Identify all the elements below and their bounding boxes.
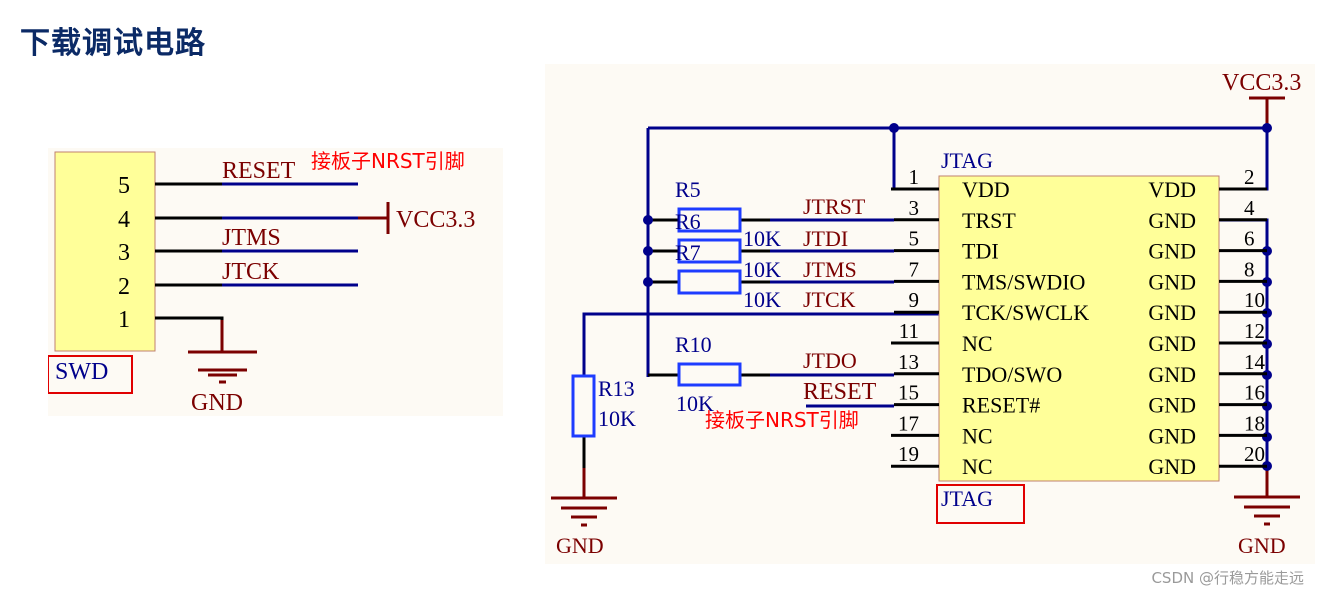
junction-dot: [889, 123, 899, 133]
jtag-left-pin-name: NC: [962, 454, 993, 479]
jtag-left-pin-number: 19: [898, 442, 919, 466]
swd-net-jtck: JTCK: [222, 259, 280, 285]
swd-pin-number: 3: [118, 240, 130, 266]
r6-value: 10K: [743, 257, 781, 282]
jtag-left-pin-name: NC: [962, 423, 993, 448]
net-label-jtdo: JTDO: [803, 348, 857, 373]
jtag-left-pin-name: NC: [962, 331, 993, 356]
jtag-right-pin-number: 4: [1244, 196, 1255, 220]
jtag-right-pin-name: GND: [1148, 423, 1196, 448]
jtag-left-pin-number: 13: [898, 350, 919, 374]
swd-net-reset: RESET: [222, 158, 296, 184]
jtag-left-pin-number: 11: [899, 319, 919, 343]
r13-value: 10K: [598, 406, 636, 431]
jtag-gnd-right-label: GND: [1238, 533, 1286, 558]
net-label-jtrst: JTRST: [803, 194, 866, 219]
r13-resistor-body: [571, 374, 596, 438]
jtag-schematic-panel: 1 VDD 3 TRST 5 TDI 7 TMS/SWDIO 9 TCK/SWCLK 11 NC 13 T…: [545, 64, 1315, 564]
swd-pin-number: 4: [118, 207, 130, 233]
net-label-jtdi: JTDI: [803, 226, 848, 251]
net-label-jtms: JTMS: [803, 257, 857, 282]
swd-pin-number: 2: [118, 274, 130, 300]
jtag-gnd-left-label: GND: [556, 533, 604, 558]
jtag-designator: JTAG: [941, 486, 993, 511]
jtag-right-pin-name: VDD: [1148, 177, 1196, 202]
jtag-header-label: JTAG: [941, 148, 993, 173]
jtag-left-pin-name: TDI: [962, 239, 999, 264]
jtag-right-pin-number: 8: [1244, 257, 1255, 281]
jtag-right-pin-number: 6: [1244, 227, 1255, 251]
jtag-left-pin-name: TCK/SWCLK: [962, 300, 1089, 325]
jtag-right-pin-number: 12: [1244, 319, 1265, 343]
swd-vcc-label: VCC3.3: [396, 207, 475, 233]
jtag-left-pin-name: VDD: [962, 177, 1010, 202]
r10-ref: R10: [675, 332, 712, 357]
jtag-left-pin-number: 3: [909, 196, 920, 220]
watermark: CSDN @行稳方能走远: [1151, 569, 1304, 587]
jtag-right-pin-name: GND: [1148, 331, 1196, 356]
jtag-right-pin-number: 16: [1244, 381, 1265, 405]
net-label-jtck: JTCK: [803, 287, 856, 312]
junction-dot: [1262, 123, 1272, 133]
jtag-left-pin-name: RESET#: [962, 393, 1040, 418]
swd-pin1-lead: [155, 316, 224, 333]
swd-gnd-label: GND: [191, 390, 243, 416]
jtag-right-pin-name: GND: [1148, 362, 1196, 387]
jtag-right-pin-number: 18: [1244, 411, 1265, 435]
jtag-left-pin-number: 1: [909, 165, 920, 189]
r13-ref: R13: [598, 376, 635, 401]
jtck-wire: [582, 312, 939, 376]
jtag-left-pin-name: TRST: [962, 208, 1016, 233]
jtag-right-pin-number: 10: [1244, 288, 1265, 312]
jtag-right-pin-number: 20: [1244, 442, 1265, 466]
jtag-right-pin-name: GND: [1148, 239, 1196, 264]
swd-designator: SWD: [55, 359, 108, 385]
jtag-right-pin-name: GND: [1148, 393, 1196, 418]
jtag-right-pin-name: GND: [1148, 300, 1196, 325]
jtag-left-pin-number: 9: [909, 288, 920, 312]
net-label-reset: RESET: [803, 379, 877, 405]
jtag-left-pin-name: TMS/SWDIO: [962, 269, 1085, 294]
jtag-schematic: 1 VDD 3 TRST 5 TDI 7 TMS/SWDIO 9 TCK/SWCLK 11 NC 13 T…: [551, 70, 1301, 558]
jtag-right-pin-number: 2: [1244, 165, 1255, 189]
r6-ref: R6: [675, 209, 701, 234]
jtag-left-pin-name: TDO/SWO: [962, 362, 1062, 387]
r7-ref: R7: [675, 240, 701, 265]
jtag-right-pin-name: GND: [1148, 454, 1196, 479]
jtag-right-pin-name: GND: [1148, 269, 1196, 294]
swd-schematic-panel: 5 4 3 2 1 RESET 接板子NRST引脚 VCC3.3 JTMS JT…: [47, 148, 503, 416]
jtag-left-pin-number: 15: [898, 381, 919, 405]
r7-value: 10K: [743, 287, 781, 312]
jtag-right-pin-number: 14: [1244, 350, 1266, 374]
jtag-left-pin-number: 5: [909, 227, 920, 251]
pin2-vdd-wire: [1219, 128, 1269, 191]
r5-ref: R5: [675, 177, 701, 202]
r10-resistor-body: [677, 362, 742, 387]
junction-dot: [643, 246, 653, 256]
swd-schematic: 5 4 3 2 1 RESET 接板子NRST引脚 VCC3.3 JTMS JT…: [47, 149, 475, 416]
jtag-left-pin-number: 17: [898, 411, 919, 435]
swd-reset-note: 接板子NRST引脚: [311, 149, 465, 173]
page-title: 下载调试电路: [20, 26, 206, 61]
junction-dot: [643, 277, 653, 287]
junction-dot: [643, 215, 653, 225]
jtag-left-pin-number: 7: [909, 257, 920, 281]
swd-connector-body: [54, 151, 156, 352]
r7-resistor-body: [677, 269, 742, 295]
swd-pin-number: 1: [118, 307, 130, 333]
r5-value: 10K: [743, 226, 781, 251]
jtag-reset-note: 接板子NRST引脚: [705, 408, 859, 432]
jtag-right-pin-name: GND: [1148, 208, 1196, 233]
swd-net-jtms: JTMS: [222, 225, 281, 251]
swd-pin-number: 5: [118, 173, 130, 199]
jtag-vcc-label: VCC3.3: [1222, 70, 1301, 96]
